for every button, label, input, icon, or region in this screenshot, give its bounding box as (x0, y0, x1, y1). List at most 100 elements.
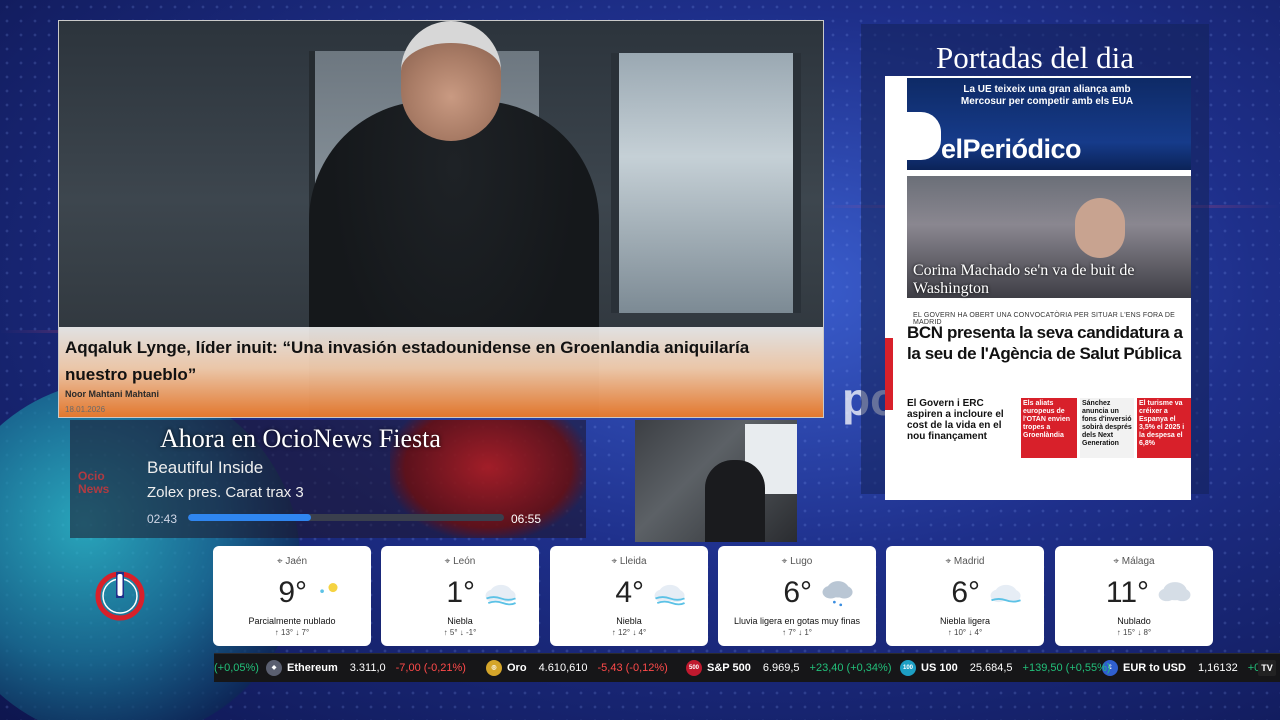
weather-temperature: 9° (278, 576, 307, 609)
weather-description: Parcialmente nublado (248, 616, 336, 626)
weather-card[interactable]: ⌖ Lugo 6° Lluvia ligera en gotas muy finas… (718, 546, 876, 646)
weather-temperature: 11° (1105, 576, 1149, 609)
paper-lower-section: El Govern i ERC aspiren a incloure el co… (907, 398, 1191, 484)
ticker-item[interactable]: 100 US 100 25.684,5 +139,50 (+0,55%) (900, 654, 1111, 682)
hero-photo-window (611, 53, 801, 313)
news-author: Noor Mahtani Mahtani (65, 389, 159, 399)
front-pages-panel: Portadas del dia La UE teixeix una gran … (861, 24, 1209, 500)
weather-temperature: 6° (783, 576, 812, 609)
weather-range: ↑ 13° ↓ 7° (274, 628, 310, 637)
paper-masthead: La UE teixeix una gran aliança amb Merco… (907, 78, 1191, 170)
ticker-symbol-icon: ◎ (486, 660, 502, 677)
location-pin-icon: ⌖ (611, 556, 618, 567)
partly-cloudy-icon (320, 583, 338, 593)
weather-range: ↑ 5° ↓ -1° (443, 628, 477, 637)
weather-temperature: 6° (951, 576, 980, 609)
weather-description: Niebla ligera (939, 616, 991, 626)
weather-card[interactable]: ⌖ Málaga 11° Nublado ↑ 15° ↓ 8° (1055, 546, 1213, 646)
weather-description: Lluvia ligera en gotas muy finas (733, 616, 861, 626)
fog-icon (485, 584, 516, 606)
news-date: 18.01.2026 (65, 405, 106, 414)
news-headline[interactable]: Aqqaluk Lynge, líder inuit: “Una invasió… (65, 334, 805, 388)
paper-name: elPeriódico (941, 134, 1082, 164)
ticker-change: +23,40 (+0,34%) (809, 662, 892, 674)
weather-temperature: 4° (615, 576, 644, 609)
ticker-price: 1,16132 (1197, 662, 1238, 674)
paper-headline: BCN presenta la seva candidatura a la se… (907, 323, 1183, 363)
tradingview-badge[interactable]: TV (1258, 660, 1276, 676)
weather-city-name: Jaén (285, 556, 308, 567)
weather-card[interactable]: ⌖ León 1° Niebla ↑ 5° ↓ -1° (381, 546, 539, 646)
location-pin-icon: ⌖ (276, 556, 283, 567)
ticker-item[interactable]: 500 S&P 500 6.969,5 +23,40 (+0,34%) (686, 654, 891, 682)
playback-progress-fill (188, 514, 312, 521)
weather-city-name: Málaga (1121, 556, 1155, 567)
paper-promo-text: La UE teixeix una gran aliança amb Merco… (960, 84, 1134, 107)
now-playing-panel: Ocio News Ahora en OcioNews Fiesta Beaut… (70, 420, 586, 538)
weather-range: ↑ 10° ↓ 4° (947, 628, 983, 637)
ticker-price: 25.684,5 (969, 662, 1013, 674)
weather-city: ⌖ Lleida (550, 556, 708, 567)
ticker-symbol-icon: 500 (686, 660, 702, 677)
video-person (705, 460, 765, 542)
weather-city: ⌖ Lugo (718, 556, 876, 567)
paper-subheadline: El Govern i ERC aspiren a incloure el co… (907, 398, 1004, 442)
ticker-name: Ethereum (287, 662, 338, 674)
front-pages-title: Portadas del dia (935, 40, 1134, 75)
now-playing-heading: Ahora en OcioNews Fiesta (160, 424, 441, 453)
weather-city-name: Lleida (619, 556, 647, 567)
market-ticker: €EUR to USD1,16132+0,00100US 10025.684,5… (214, 653, 1280, 682)
location-pin-icon: ⌖ (945, 556, 952, 567)
weather-card[interactable]: ⌖ Madrid 6° Niebla ligera ↑ 10° ↓ 4° (886, 546, 1044, 646)
weather-city-name: León (453, 556, 476, 567)
location-pin-icon: ⌖ (781, 556, 788, 567)
ticker-price: 4.610,610 (538, 662, 588, 674)
ticker-change: +139,50 (+0,55%) (1022, 662, 1111, 674)
weather-city: ⌖ Madrid (886, 556, 1044, 567)
ticker-name: US 100 (921, 662, 958, 674)
total-time: 06:55 (511, 512, 542, 526)
ticker-item[interactable]: ◎ Oro 4.610,610 -5,43 (-0,12%) (486, 654, 668, 682)
weather-city-name: Madrid (953, 556, 985, 567)
weather-card[interactable]: ⌖ Lleida 4° Niebla ↑ 12° ↓ 4° (550, 546, 708, 646)
weather-city: ⌖ Jaén (213, 556, 371, 567)
weather-range: ↑ 12° ↓ 4° (611, 628, 647, 637)
ticker-price: 3.311,0 (349, 662, 386, 674)
weather-city-name: Lugo (790, 556, 813, 567)
ticker-item[interactable]: (+0,05%) (214, 654, 259, 682)
ticker-change: (+0,05%) (214, 662, 259, 674)
drizzle-icon (822, 581, 853, 607)
ticker-change: -7,00 (-0,21%) (395, 662, 466, 674)
weather-description: Niebla (616, 616, 642, 626)
paper-red-strip (885, 338, 893, 410)
paper-photo: Corina Machado se'n va de buit de Washin… (907, 176, 1191, 298)
paper-photo-caption: Corina Machado se'n va de buit de Washin… (913, 262, 1135, 297)
ticker-price: 6.969,5 (762, 662, 800, 674)
ticker-item[interactable]: €EUR to USD1,16132+0,00 (1102, 654, 1276, 682)
weather-city: ⌖ Málaga (1055, 556, 1213, 567)
ticker-name: EUR to USD (1123, 662, 1186, 674)
paper-box-sanchez: Sánchez anuncia un fons d'inversió sobir… (1080, 398, 1134, 458)
featured-news-card[interactable]: Aqqaluk Lynge, líder inuit: “Una invasió… (58, 20, 824, 418)
paper-box-otan: Els aliats europeus de l'OTAN envien tro… (1021, 398, 1077, 458)
power-button[interactable] (94, 570, 146, 622)
ocionews-logo: Ocio News (78, 469, 110, 496)
ticker-name: Oro (507, 662, 527, 674)
paper-photo-face (1075, 198, 1125, 258)
light-fog-icon (990, 584, 1021, 603)
newspaper-front-page[interactable]: La UE teixeix una gran aliança amb Merco… (885, 76, 1191, 500)
weather-description: Nublado (1117, 616, 1151, 626)
fog-icon (654, 584, 685, 606)
weather-city: ⌖ León (381, 556, 539, 567)
ticker-item[interactable]: ◆ Ethereum 3.311,0 -7,00 (-0,21%) (266, 654, 466, 682)
playback-progress-bar[interactable] (188, 514, 504, 521)
video-thumbnail[interactable] (635, 420, 797, 542)
hero-photo-head (401, 21, 501, 141)
paper-p-logo (907, 112, 941, 160)
weather-range: ↑ 15° ↓ 8° (1116, 628, 1152, 637)
weather-card[interactable]: ⌖ Jaén 9° Parcialmente nublado ↑ 13° ↓ 7° (213, 546, 371, 646)
weather-description: Niebla (447, 616, 473, 626)
location-pin-icon: ⌖ (444, 556, 451, 567)
weather-range: ↑ 7° ↓ 1° (782, 628, 812, 637)
ticker-symbol-icon: 100 (900, 660, 916, 677)
